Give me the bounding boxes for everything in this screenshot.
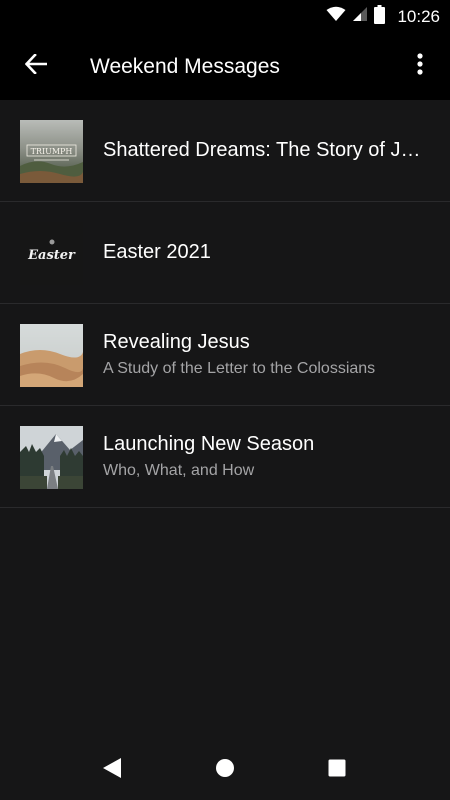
shattered-dreams-thumbnail: TRIUMPH [20, 120, 83, 183]
back-button[interactable] [14, 44, 58, 88]
nav-back-button[interactable] [90, 748, 134, 792]
list-item-text: Revealing Jesus A Study of the Letter to… [103, 304, 426, 405]
easter-thumbnail: Easter [20, 222, 83, 285]
list-item[interactable]: TRIUMPH Shattered Dreams: The Story of J… [0, 100, 450, 202]
mountain-road-thumbnail [20, 426, 83, 489]
list-item-text: Easter 2021 [103, 202, 426, 303]
desert-dunes-thumbnail [20, 324, 83, 387]
app-bar: Weekend Messages [0, 33, 450, 100]
overflow-menu-button[interactable] [398, 44, 442, 88]
cell-signal-icon [352, 6, 368, 27]
nav-recents-icon [328, 759, 346, 782]
wifi-icon [326, 6, 346, 27]
arrow-left-icon [24, 52, 48, 79]
series-title: Shattered Dreams: The Story of Joseph [103, 139, 426, 161]
page-title: Weekend Messages [90, 55, 280, 78]
status-icons: 10:26 [326, 0, 440, 33]
more-vert-icon [417, 52, 423, 80]
list-item[interactable]: Launching New Season Who, What, and How [0, 406, 450, 508]
app-screen: 10:26 Weekend Messages TRIUMPH Shattered… [0, 0, 450, 800]
list-item-text: Shattered Dreams: The Story of Joseph [103, 100, 426, 201]
nav-home-icon [215, 758, 235, 783]
list-item[interactable]: Revealing Jesus A Study of the Letter to… [0, 304, 450, 406]
list-item[interactable]: Easter Easter 2021 [0, 202, 450, 304]
status-bar: 10:26 [0, 0, 450, 33]
system-nav-bar [0, 740, 450, 800]
svg-text:Easter: Easter [27, 248, 76, 263]
svg-text:TRIUMPH: TRIUMPH [31, 147, 73, 156]
series-subtitle: A Study of the Letter to the Colossians [103, 360, 376, 377]
series-title: Easter 2021 [103, 241, 211, 263]
series-list: TRIUMPH Shattered Dreams: The Story of J… [0, 100, 450, 508]
list-item-text: Launching New Season Who, What, and How [103, 406, 426, 507]
series-subtitle: Who, What, and How [103, 462, 255, 479]
series-title: Revealing Jesus [103, 331, 250, 353]
nav-home-button[interactable] [203, 748, 247, 792]
nav-back-icon [102, 757, 122, 784]
series-title: Launching New Season [103, 433, 315, 455]
nav-recents-button[interactable] [315, 748, 359, 792]
status-time: 10:26 [397, 6, 440, 26]
battery-icon [374, 4, 386, 29]
